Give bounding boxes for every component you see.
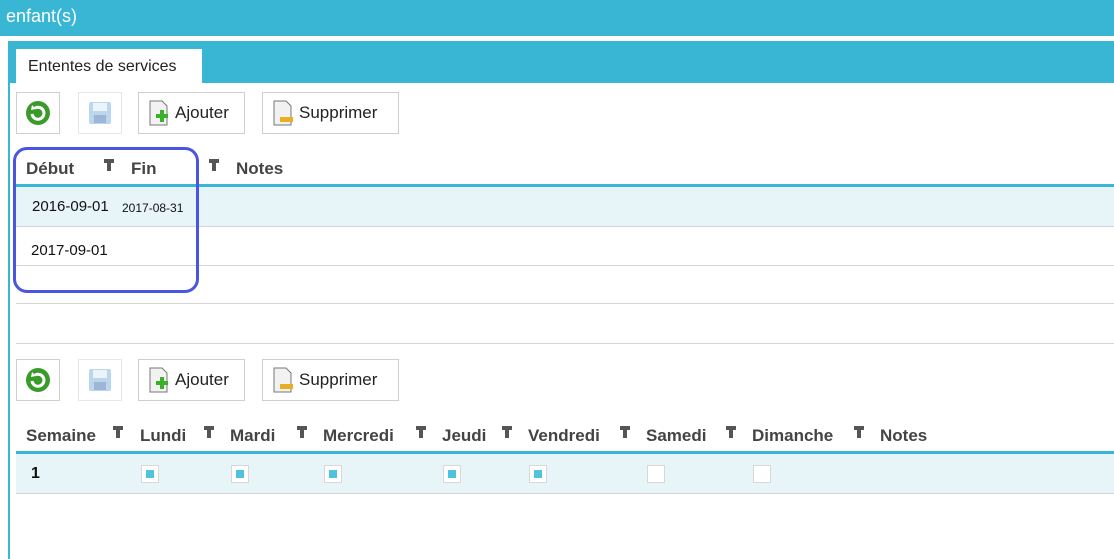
col-dimanche[interactable]: Dimanche (752, 426, 833, 446)
schedule-header: Semaine Lundi Mardi Mercredi Jeudi Vendr… (16, 426, 1114, 452)
col-mercredi[interactable]: Mercredi (323, 426, 394, 446)
save-button[interactable] (78, 92, 122, 134)
tab-label: Ententes de services (28, 58, 177, 75)
col-vendredi[interactable]: Vendredi (528, 426, 600, 446)
add-button[interactable]: Ajouter (138, 359, 245, 401)
refresh-button[interactable] (16, 359, 60, 401)
save-icon (89, 369, 111, 391)
cell-semaine: 1 (31, 465, 40, 482)
add-button[interactable]: Ajouter (138, 92, 245, 134)
checkbox-mercredi[interactable] (324, 465, 342, 483)
main-panel: Ententes de services Ajouter Supprimer D… (8, 41, 1114, 559)
tab-strip: Ententes de services (10, 41, 1114, 83)
delete-document-icon (273, 367, 293, 393)
checkbox-dimanche[interactable] (753, 465, 771, 483)
add-document-icon (149, 367, 168, 393)
col-semaine[interactable]: Semaine (26, 426, 96, 446)
delete-document-icon (273, 100, 293, 126)
delete-label: Supprimer (299, 370, 378, 389)
col-notes[interactable]: Notes (880, 426, 927, 446)
add-label: Ajouter (175, 370, 229, 389)
col-mardi[interactable]: Mardi (230, 426, 275, 446)
delete-label: Supprimer (299, 103, 378, 122)
tab-ententes-de-services[interactable]: Ententes de services (16, 49, 202, 83)
add-document-icon (149, 100, 168, 126)
delete-button[interactable]: Supprimer (262, 92, 399, 134)
checkbox-vendredi[interactable] (529, 465, 547, 483)
col-lundi[interactable]: Lundi (140, 426, 186, 446)
col-jeudi[interactable]: Jeudi (442, 426, 486, 446)
schedule-toolbar: Ajouter Supprimer (16, 359, 1114, 401)
annotation-highlight (13, 147, 199, 293)
refresh-icon (26, 368, 50, 392)
col-notes[interactable]: Notes (236, 159, 283, 179)
window-titlebar: enfant(s) (0, 0, 1114, 36)
checkbox-samedi[interactable] (647, 465, 665, 483)
add-label: Ajouter (175, 103, 229, 122)
refresh-icon (26, 101, 50, 125)
checkbox-lundi[interactable] (141, 465, 159, 483)
table-row[interactable]: 1 (16, 454, 1114, 494)
agreements-toolbar: Ajouter Supprimer (16, 92, 1114, 134)
save-icon (89, 102, 111, 124)
checkbox-jeudi[interactable] (443, 465, 461, 483)
delete-button[interactable]: Supprimer (262, 359, 399, 401)
col-samedi[interactable]: Samedi (646, 426, 706, 446)
save-button[interactable] (78, 359, 122, 401)
checkbox-mardi[interactable] (231, 465, 249, 483)
refresh-button[interactable] (16, 92, 60, 134)
table-row-empty[interactable] (16, 304, 1114, 344)
window-title: enfant(s) (6, 6, 78, 26)
